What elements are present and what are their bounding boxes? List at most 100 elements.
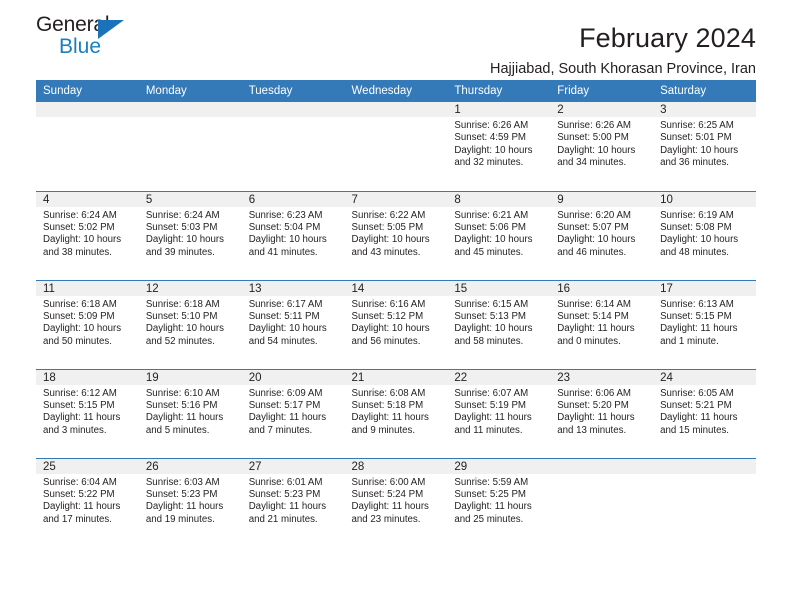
daylight-duration-line1: Daylight: 10 hours	[660, 234, 739, 246]
calendar-day-cell[interactable]: 18 Sunrise: 6:12 AM Sunset: 5:15 PM Dayligh…	[36, 368, 139, 458]
calendar-day-cell[interactable]: 29 Sunrise: 5:59 AM Sunset: 5:25 PM Dayligh…	[447, 457, 551, 547]
calendar-day-cell[interactable]: 24 Sunrise: 6:05 AM Sunset: 5:21 PM Dayligh…	[653, 368, 756, 458]
sunset-time: Sunset: 5:22 PM	[43, 488, 115, 500]
day-number: 18	[36, 369, 139, 385]
day-details: Sunrise: 6:13 AM Sunset: 5:15 PM Daylight:…	[653, 296, 756, 349]
calendar-day-cell-empty	[138, 102, 242, 191]
day-details: Sunrise: 6:20 AM Sunset: 5:07 PM Daylight:…	[550, 207, 653, 260]
sunset-time: Sunset: 5:11 PM	[248, 310, 320, 322]
calendar-day-cell[interactable]: 28 Sunrise: 6:00 AM Sunset: 5:24 PM Dayligh…	[344, 457, 448, 547]
calendar-day-cell[interactable]: 16 Sunrise: 6:14 AM Sunset: 5:14 PM Dayligh…	[550, 279, 654, 369]
day-details: Sunrise: 6:19 AM Sunset: 5:08 PM Daylight:…	[653, 207, 756, 260]
calendar-day-cell[interactable]: 17 Sunrise: 6:13 AM Sunset: 5:15 PM Dayligh…	[653, 279, 756, 369]
general-blue-logo: General Blue	[36, 14, 156, 62]
calendar-day-cell[interactable]: 4 Sunrise: 6:24 AM Sunset: 5:02 PM Daylight…	[36, 190, 139, 280]
day-details: Sunrise: 6:17 AM Sunset: 5:11 PM Daylight:…	[242, 296, 345, 349]
calendar-day-cell[interactable]: 19 Sunrise: 6:10 AM Sunset: 5:16 PM Dayligh…	[138, 368, 242, 458]
calendar-day-cell[interactable]: 11 Sunrise: 6:18 AM Sunset: 5:09 PM Dayligh…	[36, 279, 139, 369]
daylight-duration-line1: Daylight: 11 hours	[145, 501, 224, 513]
day-number: 13	[241, 280, 345, 296]
day-number: 22	[447, 369, 551, 385]
daylight-duration-line2: and 13 minutes.	[557, 424, 627, 436]
calendar-day-cell[interactable]: 12 Sunrise: 6:18 AM Sunset: 5:10 PM Dayligh…	[138, 279, 242, 369]
daylight-duration-line2: and 32 minutes.	[454, 157, 524, 169]
day-details: Sunrise: 6:18 AM Sunset: 5:09 PM Daylight:…	[36, 296, 139, 349]
calendar-day-cell[interactable]: 8 Sunrise: 6:21 AM Sunset: 5:06 PM Daylight…	[447, 190, 551, 280]
logo-text-blue: Blue	[59, 35, 102, 58]
sunrise-time: Sunrise: 6:08 AM	[351, 387, 426, 399]
daylight-duration-line2: and 23 minutes.	[351, 513, 421, 525]
daylight-duration-line1: Daylight: 10 hours	[351, 234, 430, 246]
daylight-duration-line1: Daylight: 10 hours	[660, 144, 739, 156]
daylight-duration-line2: and 46 minutes.	[557, 246, 627, 258]
sunset-time: Sunset: 5:18 PM	[351, 399, 424, 411]
calendar-header-row: Sunday Monday Tuesday Wednesday Thursday…	[36, 80, 756, 102]
calendar-day-cell[interactable]: 14 Sunrise: 6:16 AM Sunset: 5:12 PM Dayligh…	[344, 279, 448, 369]
calendar-day-cell[interactable]: 27 Sunrise: 6:01 AM Sunset: 5:23 PM Dayligh…	[241, 457, 345, 547]
day-details: Sunrise: 6:08 AM Sunset: 5:18 PM Daylight:…	[345, 385, 448, 438]
calendar-week-row: 1 Sunrise: 6:26 AM Sunset: 4:59 PM Daylight…	[36, 102, 756, 191]
calendar-day-cell-empty	[344, 102, 448, 191]
day-number	[138, 102, 242, 117]
calendar-day-cell-empty	[36, 102, 139, 191]
calendar-day-cell[interactable]: 7 Sunrise: 6:22 AM Sunset: 5:05 PM Daylight…	[344, 190, 448, 280]
calendar-day-cell[interactable]: 5 Sunrise: 6:24 AM Sunset: 5:03 PM Daylight…	[138, 190, 242, 280]
day-details: Sunrise: 6:04 AM Sunset: 5:22 PM Daylight:…	[36, 474, 139, 527]
day-details: Sunrise: 6:16 AM Sunset: 5:12 PM Daylight:…	[345, 296, 448, 349]
calendar-day-cell[interactable]: 22 Sunrise: 6:07 AM Sunset: 5:19 PM Dayligh…	[447, 368, 551, 458]
day-number: 19	[138, 369, 242, 385]
daylight-duration-line2: and 58 minutes.	[454, 335, 524, 347]
day-number: 26	[138, 458, 242, 474]
daylight-duration-line1: Daylight: 11 hours	[248, 412, 327, 424]
day-details: Sunrise: 6:21 AM Sunset: 5:06 PM Daylight:…	[447, 207, 550, 260]
sunset-time: Sunset: 5:12 PM	[351, 310, 424, 322]
calendar-day-cell[interactable]: 2 Sunrise: 6:26 AM Sunset: 5:00 PM Daylight…	[550, 102, 654, 191]
day-number: 4	[36, 191, 139, 207]
sunrise-time: Sunrise: 6:01 AM	[248, 476, 323, 488]
day-details: Sunrise: 6:14 AM Sunset: 5:14 PM Daylight:…	[550, 296, 653, 349]
calendar-day-cell[interactable]: 20 Sunrise: 6:09 AM Sunset: 5:17 PM Dayligh…	[241, 368, 345, 458]
day-number	[36, 102, 139, 117]
day-number: 27	[241, 458, 345, 474]
sunset-time: Sunset: 5:15 PM	[660, 310, 732, 322]
calendar-day-cell[interactable]: 6 Sunrise: 6:23 AM Sunset: 5:04 PM Daylight…	[241, 190, 345, 280]
daylight-duration-line2: and 3 minutes.	[43, 424, 107, 436]
calendar-day-cell[interactable]: 9 Sunrise: 6:20 AM Sunset: 5:07 PM Daylight…	[550, 190, 654, 280]
calendar-day-cell[interactable]: 23 Sunrise: 6:06 AM Sunset: 5:20 PM Dayligh…	[550, 368, 654, 458]
daylight-duration-line2: and 25 minutes.	[454, 513, 524, 525]
calendar-day-cell[interactable]: 3 Sunrise: 6:25 AM Sunset: 5:01 PM Daylight…	[653, 102, 756, 191]
day-details: Sunrise: 6:05 AM Sunset: 5:21 PM Daylight:…	[653, 385, 756, 438]
sunset-time: Sunset: 5:00 PM	[557, 132, 629, 144]
calendar-day-cell[interactable]: 26 Sunrise: 6:03 AM Sunset: 5:23 PM Dayligh…	[138, 457, 242, 547]
sunrise-time: Sunrise: 6:14 AM	[557, 298, 631, 310]
calendar-day-cell[interactable]: 13 Sunrise: 6:17 AM Sunset: 5:11 PM Dayligh…	[241, 279, 345, 369]
calendar-page: General Blue February 2024 Hajjiabad, So…	[0, 0, 792, 612]
sunset-time: Sunset: 5:19 PM	[454, 399, 526, 411]
calendar-day-cell[interactable]: 25 Sunrise: 6:04 AM Sunset: 5:22 PM Dayligh…	[36, 457, 139, 547]
day-details: Sunrise: 6:00 AM Sunset: 5:24 PM Daylight:…	[345, 474, 448, 527]
daylight-duration-line1: Daylight: 10 hours	[43, 323, 122, 335]
page-header: General Blue February 2024 Hajjiabad, So…	[36, 0, 756, 78]
daylight-duration-line2: and 17 minutes.	[43, 513, 112, 525]
sunrise-time: Sunrise: 6:15 AM	[454, 298, 529, 310]
daylight-duration-line2: and 43 minutes.	[351, 246, 421, 258]
day-number: 9	[550, 191, 654, 207]
day-details: Sunrise: 6:07 AM Sunset: 5:19 PM Daylight:…	[447, 385, 550, 438]
calendar-day-cell[interactable]: 15 Sunrise: 6:15 AM Sunset: 5:13 PM Dayligh…	[447, 279, 551, 369]
calendar-day-cell[interactable]: 21 Sunrise: 6:08 AM Sunset: 5:18 PM Dayligh…	[344, 368, 448, 458]
sunset-time: Sunset: 5:10 PM	[145, 310, 218, 322]
calendar-day-cell[interactable]: 1 Sunrise: 6:26 AM Sunset: 4:59 PM Daylight…	[447, 102, 551, 191]
sunrise-time: Sunrise: 6:24 AM	[43, 209, 117, 221]
day-number: 12	[138, 280, 242, 296]
daylight-duration-line2: and 36 minutes.	[660, 157, 729, 169]
sunrise-time: Sunrise: 6:24 AM	[145, 209, 220, 221]
sunset-time: Sunset: 5:06 PM	[454, 221, 526, 233]
sunrise-time: Sunrise: 6:03 AM	[145, 476, 220, 488]
sunrise-time: Sunrise: 6:13 AM	[660, 298, 734, 310]
day-number: 25	[36, 458, 139, 474]
day-details: Sunrise: 6:25 AM Sunset: 5:01 PM Daylight:…	[653, 117, 756, 170]
calendar-day-cell[interactable]: 10 Sunrise: 6:19 AM Sunset: 5:08 PM Dayligh…	[653, 190, 756, 280]
daylight-duration-line1: Daylight: 11 hours	[351, 501, 429, 513]
sunrise-time: Sunrise: 6:20 AM	[557, 209, 631, 221]
calendar-week-row: 25 Sunrise: 6:04 AM Sunset: 5:22 PM Dayligh…	[36, 457, 756, 547]
